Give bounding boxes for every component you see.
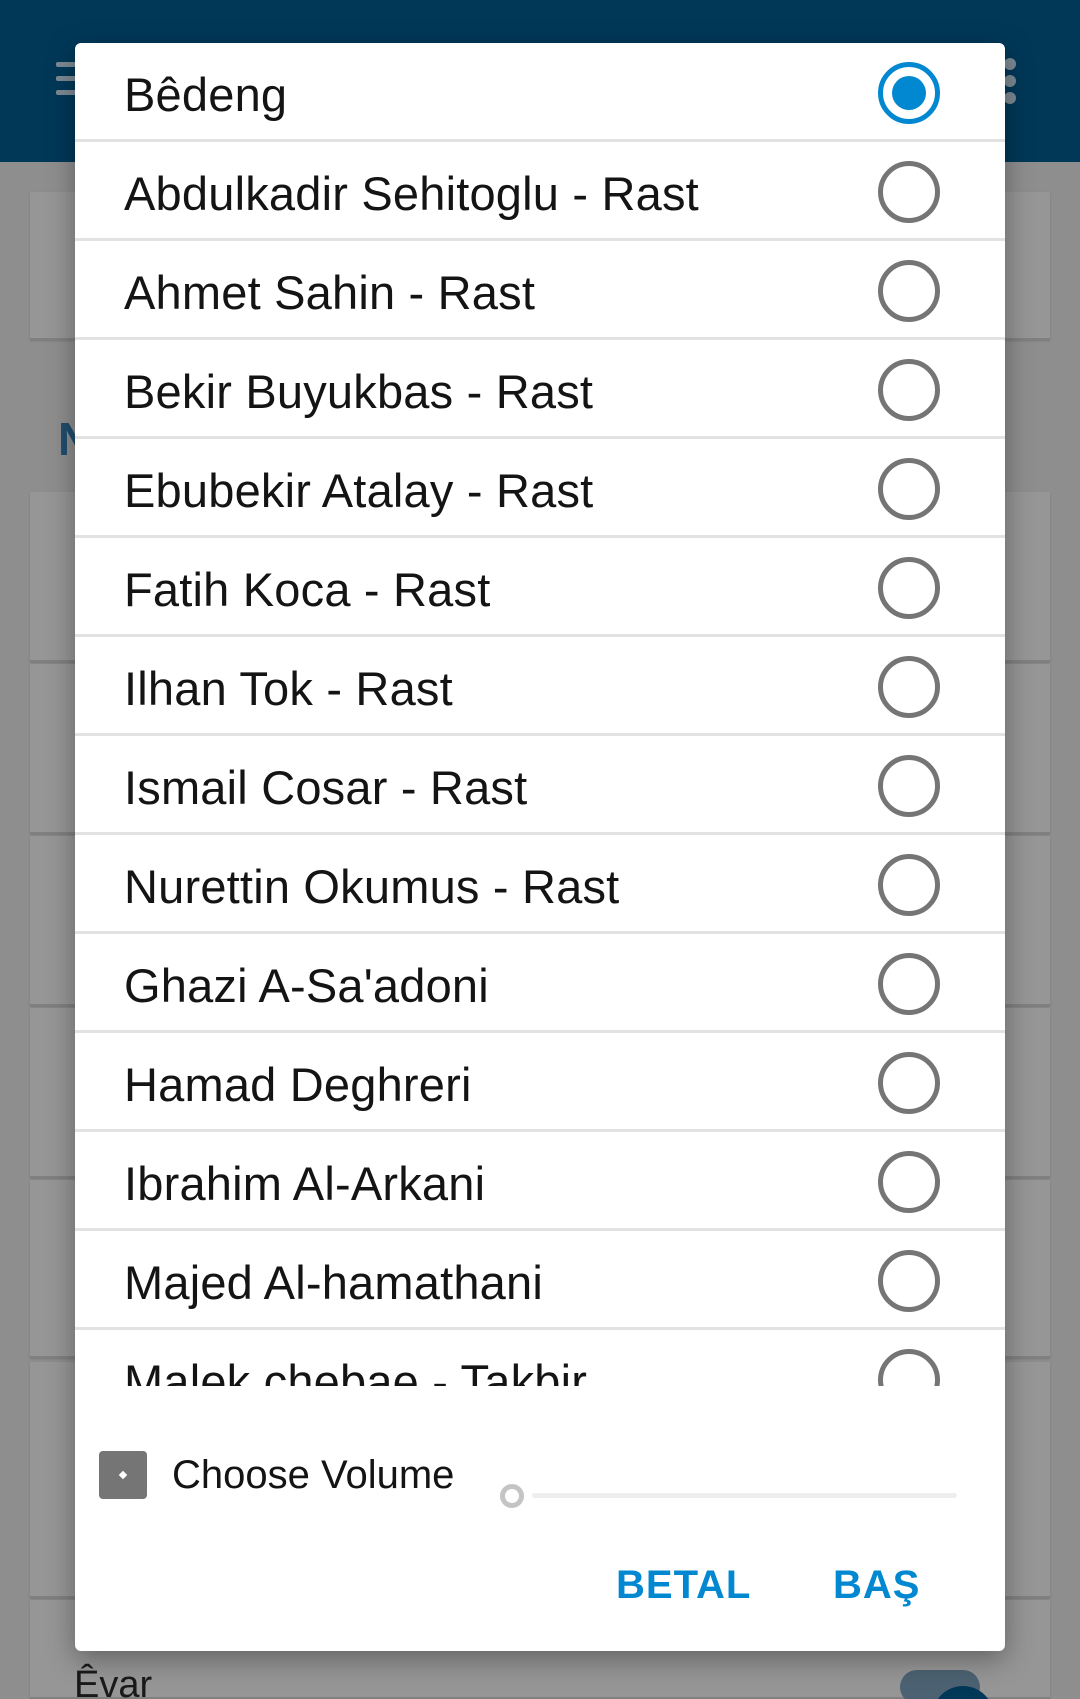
radio-unchecked-icon[interactable] [878, 854, 940, 916]
sound-option[interactable]: Malek chebae - Takbir [75, 1330, 1005, 1386]
sound-option-label: Fatih Koca - Rast [124, 563, 491, 616]
sound-option[interactable]: Ilhan Tok - Rast [75, 637, 1005, 736]
sound-option[interactable]: Bêdeng [75, 43, 1005, 142]
radio-unchecked-icon[interactable] [878, 557, 940, 619]
volume-checkbox[interactable] [99, 1451, 147, 1499]
sound-option-label: Hamad Deghreri [124, 1058, 472, 1111]
sound-option-label: Bêdeng [124, 68, 288, 121]
sound-option[interactable]: Majed Al-hamathani [75, 1231, 1005, 1330]
sound-option-label: Bekir Buyukbas - Rast [124, 365, 594, 418]
volume-label: Choose Volume [172, 1453, 455, 1497]
radio-unchecked-icon[interactable] [878, 260, 940, 322]
more-options-icon[interactable] [1004, 58, 1018, 108]
sound-option-label: Ghazi A-Sa'adoni [124, 959, 489, 1012]
sound-option-label: Ebubekir Atalay - Rast [124, 464, 594, 517]
cancel-button[interactable]: BETAL [616, 1563, 751, 1608]
sound-option-label: Majed Al-hamathani [124, 1256, 544, 1309]
radio-unchecked-icon[interactable] [878, 656, 940, 718]
radio-unchecked-icon[interactable] [878, 755, 940, 817]
radio-unchecked-icon[interactable] [878, 1052, 940, 1114]
sound-option-label: Abdulkadir Sehitoglu - Rast [124, 167, 699, 220]
sound-option-label: Nurettin Okumus - Rast [124, 860, 620, 913]
sound-option[interactable]: Ibrahim Al-Arkani [75, 1132, 1005, 1231]
volume-row: Choose Volume [75, 1386, 1005, 1508]
sound-selection-dialog: Bêdeng Abdulkadir Sehitoglu - Rast Ahmet S… [75, 43, 1005, 1651]
radio-unchecked-icon[interactable] [878, 161, 940, 223]
background-setting-label: Êvar [74, 1664, 153, 1699]
sound-option[interactable]: Ismail Cosar - Rast [75, 736, 1005, 835]
sound-option[interactable]: Hamad Deghreri [75, 1033, 1005, 1132]
ok-button[interactable]: BAŞ [833, 1563, 920, 1608]
sound-option-label: Malek chebae - Takbir [124, 1355, 588, 1386]
sound-option-label: Ismail Cosar - Rast [124, 761, 528, 814]
sound-option[interactable]: Bekir Buyukbas - Rast [75, 340, 1005, 439]
sound-option[interactable]: Fatih Koca - Rast [75, 538, 1005, 637]
sound-option[interactable]: Ghazi A-Sa'adoni [75, 934, 1005, 1033]
volume-slider-track[interactable] [532, 1493, 957, 1498]
sound-option-label: Ahmet Sahin - Rast [124, 266, 536, 319]
volume-slider-thumb[interactable] [500, 1484, 524, 1508]
sound-option[interactable]: Abdulkadir Sehitoglu - Rast [75, 142, 1005, 241]
radio-unchecked-icon[interactable] [878, 359, 940, 421]
radio-unchecked-icon[interactable] [878, 953, 940, 1015]
radio-unchecked-icon[interactable] [878, 458, 940, 520]
radio-unchecked-icon[interactable] [878, 1349, 940, 1386]
sound-option[interactable]: Ebubekir Atalay - Rast [75, 439, 1005, 538]
sound-option-label: Ibrahim Al-Arkani [124, 1157, 486, 1210]
radio-checked-icon[interactable] [878, 62, 940, 124]
radio-unchecked-icon[interactable] [878, 1151, 940, 1213]
radio-unchecked-icon[interactable] [878, 1250, 940, 1312]
sound-option-label: Ilhan Tok - Rast [124, 662, 453, 715]
sound-option[interactable]: Nurettin Okumus - Rast [75, 835, 1005, 934]
sound-option[interactable]: Ahmet Sahin - Rast [75, 241, 1005, 340]
sound-option-list[interactable]: Bêdeng Abdulkadir Sehitoglu - Rast Ahmet S… [75, 43, 1005, 1386]
